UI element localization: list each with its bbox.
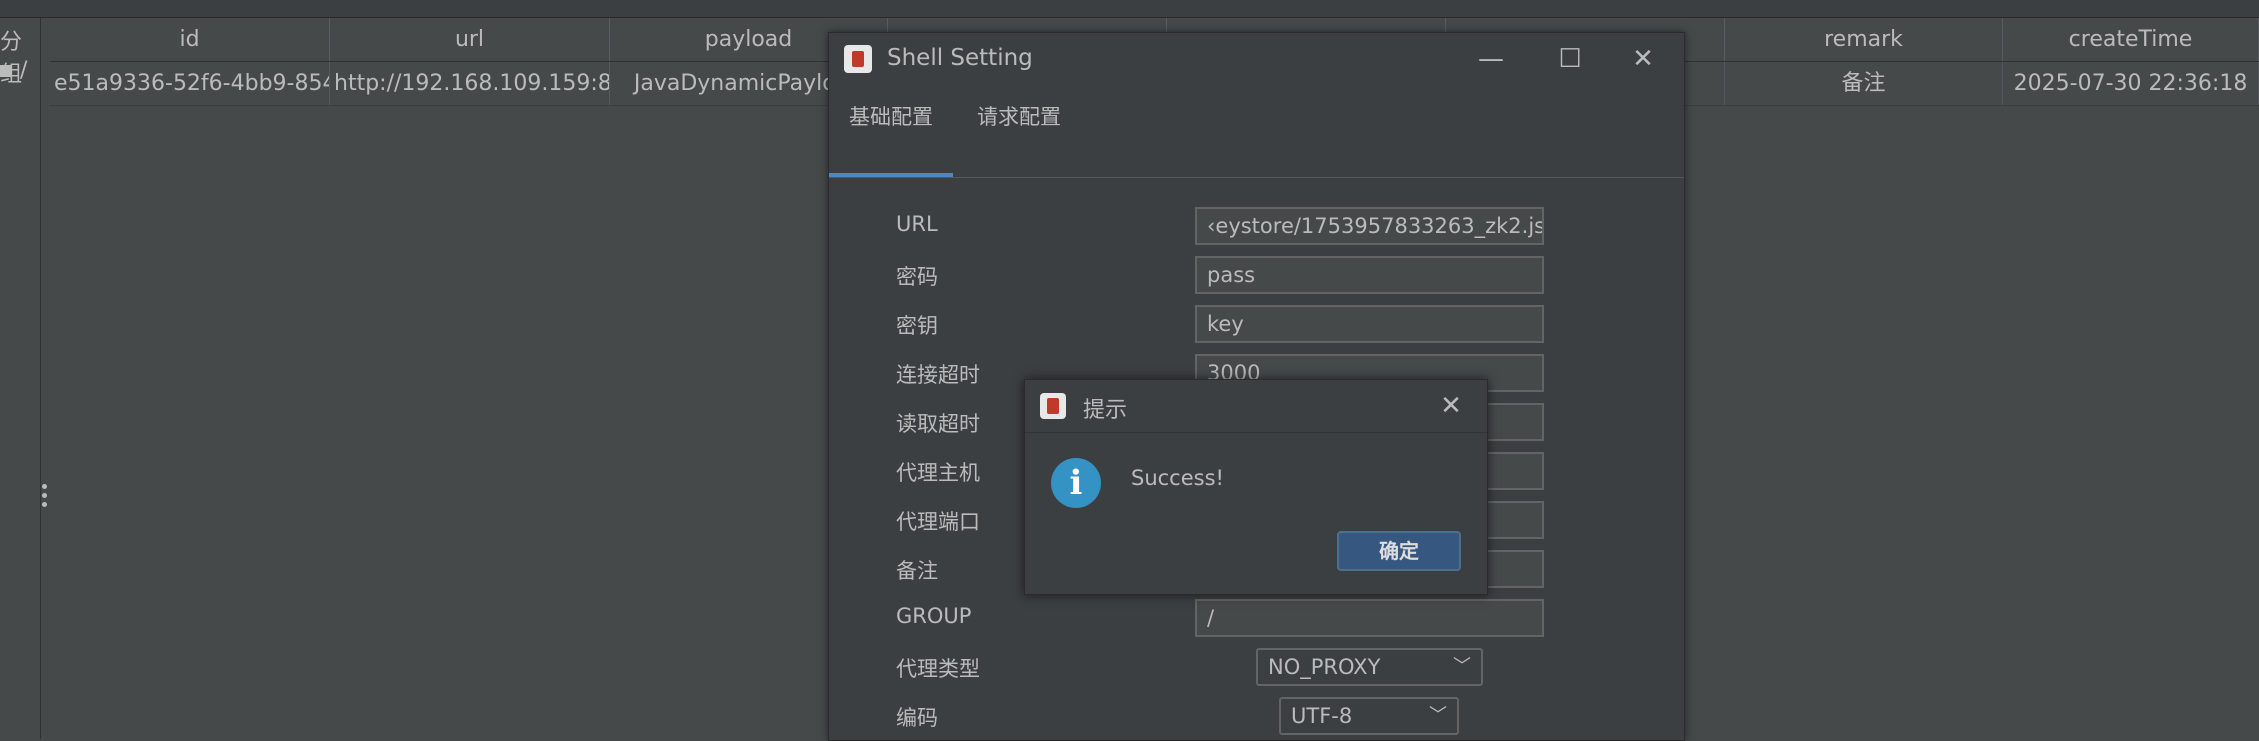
shell-setting-titlebar[interactable]: Shell Setting — ☐ ✕: [829, 33, 1684, 85]
cell-createtime: 2025-07-30 22:36:18: [2003, 62, 2259, 105]
encoding-select[interactable]: UTF-8 ﹀: [1279, 697, 1459, 735]
proxy-host-label: 代理主机: [896, 461, 980, 485]
proxy-type-value: NO_PROXY: [1268, 655, 1381, 679]
cell-remark: 备注: [1725, 62, 2003, 105]
column-header-createtime[interactable]: createTime: [2003, 18, 2259, 61]
cell-url: http://192.168.109.159:8...: [330, 62, 610, 105]
success-message-dialog: 提示 ✕ i Success! 确定: [1024, 379, 1488, 595]
message-dialog-titlebar[interactable]: 提示 ✕: [1025, 380, 1487, 433]
message-text: Success!: [1131, 466, 1224, 490]
chevron-down-icon: ﹀: [1453, 656, 1471, 677]
info-icon: i: [1051, 458, 1101, 508]
remark-label: 备注: [896, 559, 938, 583]
tree-item-label: /: [20, 58, 28, 83]
message-dialog-title: 提示: [1083, 398, 1128, 423]
column-header-id[interactable]: id: [50, 18, 330, 61]
tab-request-config[interactable]: 请求配置: [957, 89, 1081, 177]
password-input[interactable]: pass: [1195, 256, 1544, 294]
dialog-title: Shell Setting: [887, 45, 1033, 71]
java-app-icon: [1040, 393, 1066, 419]
connect-timeout-label: 连接超时: [896, 363, 980, 387]
group-tree-panel: 分组 /: [0, 18, 41, 739]
proxy-type-label: 代理类型: [896, 657, 980, 681]
maximize-button[interactable]: ☐: [1552, 41, 1588, 77]
password-label: 密码: [896, 265, 938, 289]
key-label: 密钥: [896, 314, 938, 338]
java-app-icon: [844, 45, 872, 73]
proxy-type-select[interactable]: NO_PROXY ﹀: [1256, 648, 1483, 686]
url-label: URL: [896, 212, 938, 236]
close-button[interactable]: ✕: [1433, 388, 1469, 424]
ok-button[interactable]: 确定: [1337, 531, 1461, 571]
tab-basic-config[interactable]: 基础配置: [829, 89, 953, 177]
grip-dot: [42, 493, 47, 498]
encoding-value: UTF-8: [1291, 704, 1353, 728]
minimize-button[interactable]: —: [1473, 41, 1509, 77]
group-label: GROUP: [896, 604, 972, 628]
group-input[interactable]: /: [1195, 599, 1544, 637]
url-input[interactable]: ‹eystore/1753957833263_zk2.jsp: [1195, 207, 1544, 245]
read-timeout-label: 读取超时: [896, 412, 980, 436]
chevron-down-icon: ﹀: [1429, 705, 1447, 726]
group-tree-item-root[interactable]: /: [0, 58, 27, 83]
grip-dot: [42, 484, 47, 489]
grip-dot: [42, 502, 47, 507]
folder-icon: [0, 65, 12, 77]
cell-id: e51a9336-52f6-4bb9-854...: [50, 62, 330, 105]
settings-tabs: 基础配置 请求配置: [829, 89, 1684, 178]
close-button[interactable]: ✕: [1625, 41, 1661, 77]
key-input[interactable]: key: [1195, 305, 1544, 343]
top-window-strip: [0, 0, 2259, 18]
column-header-remark[interactable]: remark: [1725, 18, 2003, 61]
proxy-port-label: 代理端口: [896, 510, 980, 534]
splitter-handle[interactable]: [42, 484, 48, 512]
column-header-url[interactable]: url: [330, 18, 610, 61]
encoding-label: 编码: [896, 706, 938, 730]
